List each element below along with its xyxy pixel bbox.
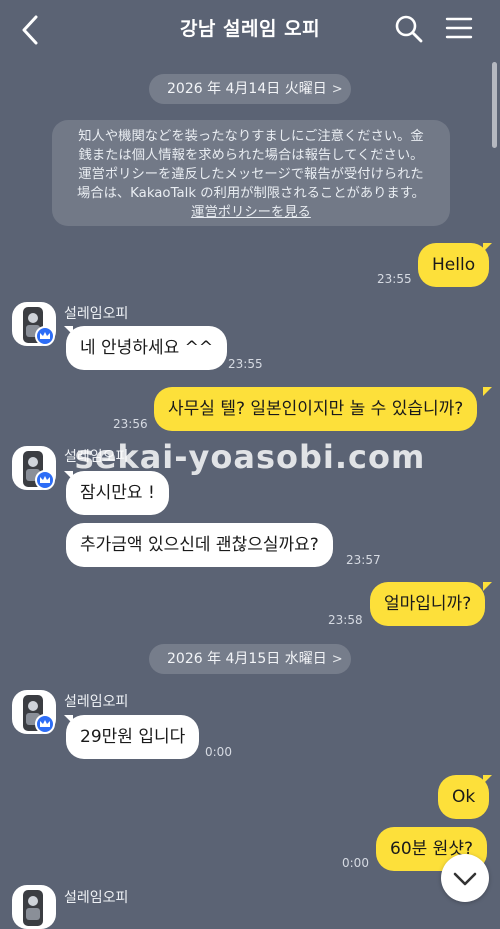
avatar-figure: [23, 890, 43, 926]
date-divider[interactable]: 2026 年 4月15日 水曜日 >: [149, 644, 351, 674]
bubble-tail: [483, 582, 492, 591]
chevron-right-icon: >: [331, 652, 343, 667]
date-label: 2026 年 4月15日 水曜日: [167, 651, 327, 667]
other-message-bubble[interactable]: 29만원 입니다: [66, 715, 200, 759]
other-message-bubble[interactable]: 잠시만요 !: [66, 471, 169, 515]
policy-link[interactable]: 運営ポリシーを見る: [62, 203, 440, 222]
my-message-bubble[interactable]: 얼마입니까?: [370, 582, 486, 626]
notice-line: 場合は、KakaoTalk の利用が制限されることがあります。: [77, 186, 425, 201]
message-time: 23:58: [328, 613, 363, 627]
bubble-tail: [483, 775, 492, 784]
chevron-right-icon: >: [331, 82, 343, 97]
crown-badge-icon: [35, 714, 55, 734]
message-time: 23:57: [346, 553, 381, 567]
avatar[interactable]: [12, 885, 56, 929]
other-message-bubble[interactable]: 추가금액 있으신데 괜찮으실까요?: [66, 523, 333, 567]
search-icon[interactable]: [394, 14, 424, 44]
date-label: 2026 年 4月14日 火曜日: [167, 81, 327, 97]
hamburger-menu-icon[interactable]: [445, 15, 473, 41]
notice-line: 銭または個人情報を求められた場合は報告してください。: [78, 148, 424, 163]
watermark: sekai-yoasobi.com: [74, 438, 426, 476]
message-time: 23:55: [377, 272, 412, 286]
scrollbar[interactable]: [492, 62, 497, 148]
bubble-tail: [483, 387, 492, 396]
my-message-bubble[interactable]: Hello: [418, 243, 490, 287]
message-time: 0:00: [342, 856, 369, 870]
my-message-bubble[interactable]: 사무실 텔? 일본인이지만 놀 수 있습니까?: [154, 387, 478, 431]
chat-title: 강남 설레임 오피: [179, 18, 321, 40]
message-time: 23:55: [228, 357, 263, 371]
sender-name: 설레임오피: [64, 694, 129, 710]
my-message-bubble[interactable]: Ok: [438, 775, 490, 819]
notice-line: 運営ポリシーを違反したメッセージで報告が受付けられた: [78, 167, 424, 182]
chevron-down-icon: [453, 872, 477, 886]
chat-header: 강남 설레임 오피: [0, 0, 500, 60]
crown-badge-icon: [35, 326, 55, 346]
bubble-tail: [483, 243, 492, 252]
safety-notice: 知人や機関などを装ったなりすましにご注意ください。金 銭または個人情報を求められ…: [52, 120, 450, 226]
message-time: 23:56: [113, 417, 148, 431]
other-message-bubble[interactable]: 네 안녕하세요 ^^: [66, 326, 228, 370]
notice-line: 知人や機関などを装ったなりすましにご注意ください。金: [78, 129, 424, 144]
scroll-down-button[interactable]: [441, 854, 489, 902]
message-time: 0:00: [205, 745, 232, 759]
date-divider[interactable]: 2026 年 4月14日 火曜日 >: [149, 74, 351, 104]
sender-name: 설레임오피: [64, 890, 129, 906]
sender-name: 설레임오피: [64, 306, 129, 322]
